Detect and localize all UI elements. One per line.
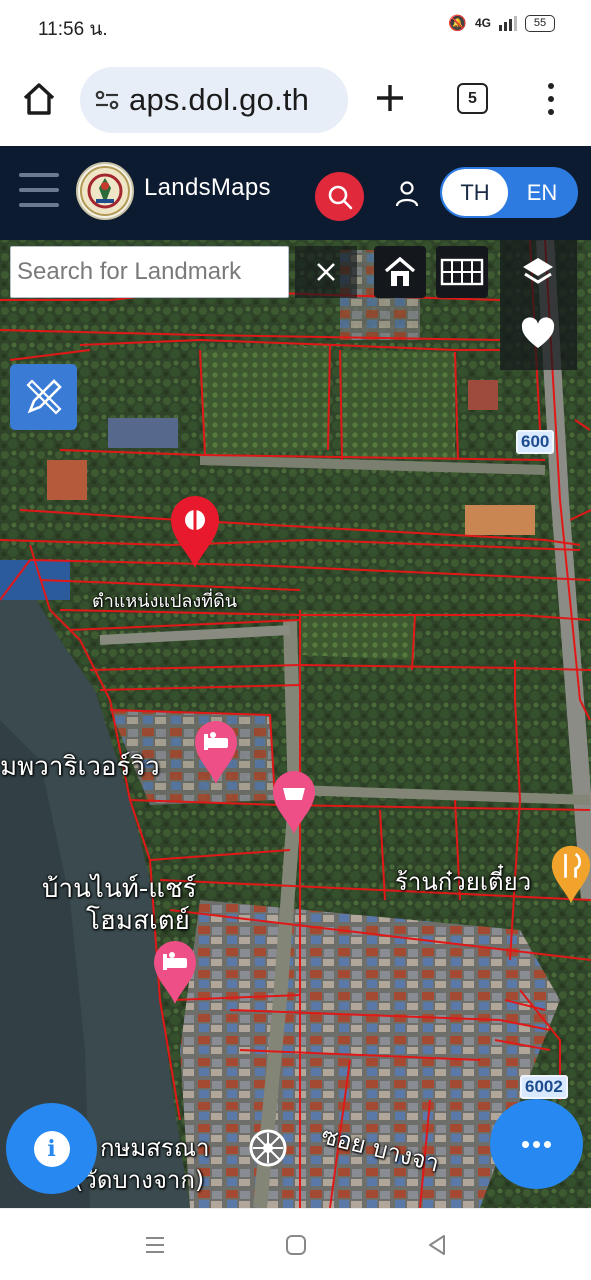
close-icon bbox=[317, 263, 335, 281]
favorite-heart-icon bbox=[521, 317, 555, 348]
seal-icon bbox=[80, 166, 130, 216]
restaurant-pin-icon[interactable] bbox=[550, 844, 591, 906]
brand-name: LandsMaps bbox=[144, 174, 271, 201]
new-tab-icon bbox=[377, 85, 403, 111]
lang-th-option[interactable]: TH bbox=[442, 169, 508, 216]
back-icon[interactable] bbox=[425, 1233, 449, 1257]
dot bbox=[544, 1140, 551, 1148]
dot bbox=[548, 83, 554, 89]
home-extent-icon bbox=[384, 256, 416, 286]
user-icon bbox=[395, 181, 419, 207]
dot bbox=[533, 1140, 540, 1148]
screen: 11:56 น. 🔕 4G 55 aps.dol.go.th 5 LandsMa… bbox=[0, 0, 591, 1280]
draw-measure-button[interactable] bbox=[10, 364, 77, 430]
layers-button[interactable] bbox=[512, 246, 564, 298]
grid-button[interactable] bbox=[436, 246, 488, 298]
status-bar: 11:56 น. 🔕 4G 55 bbox=[0, 0, 591, 54]
map-view[interactable]: 600 6002 ตำแหน่งแปลงที่ดิน มพวาริเวอร์วิ… bbox=[0, 240, 591, 1208]
network-type: 4G bbox=[474, 16, 491, 30]
home-circle-icon[interactable] bbox=[284, 1233, 308, 1257]
url-text: aps.dol.go.th bbox=[129, 82, 310, 117]
layers-icon bbox=[523, 258, 553, 284]
draw-measure-icon bbox=[25, 379, 62, 415]
site-settings-icon[interactable] bbox=[93, 86, 121, 114]
browser-toolbar: aps.dol.go.th 5 bbox=[0, 54, 591, 146]
info-button[interactable]: i bbox=[6, 1103, 97, 1194]
signal-icon bbox=[499, 15, 517, 31]
dol-logo bbox=[76, 162, 134, 220]
homestay-label-line2[interactable]: โฮมสเตย์ bbox=[86, 900, 190, 941]
language-toggle[interactable]: TH EN bbox=[440, 167, 578, 218]
dot bbox=[548, 109, 554, 115]
parcel-location-label: ตำแหน่งแปลงที่ดิน bbox=[92, 591, 238, 612]
cafe-pin-icon[interactable] bbox=[271, 770, 317, 836]
clear-search-button[interactable] bbox=[295, 246, 357, 298]
info-icon: i bbox=[33, 1130, 70, 1167]
browser-menu-button[interactable] bbox=[537, 80, 565, 118]
user-button[interactable] bbox=[394, 180, 420, 208]
satellite-imagery bbox=[0, 240, 591, 1208]
road-number-badge: 600 bbox=[516, 430, 555, 454]
dot bbox=[548, 96, 554, 102]
landmark-search-box[interactable] bbox=[10, 246, 289, 298]
lang-en-option[interactable]: EN bbox=[508, 169, 576, 216]
homestay-hotel-pin-icon[interactable] bbox=[152, 940, 198, 1006]
battery-icon: 55 bbox=[525, 14, 555, 32]
hotel-pin-icon[interactable] bbox=[193, 720, 239, 786]
tab-switcher-button[interactable]: 5 bbox=[457, 83, 488, 114]
vibrate-mute-icon: 🔕 bbox=[448, 15, 467, 32]
home-extent-button[interactable] bbox=[374, 246, 426, 298]
status-time: 11:56 น. bbox=[38, 19, 108, 40]
more-options-button[interactable] bbox=[490, 1099, 583, 1189]
address-bar[interactable]: aps.dol.go.th bbox=[80, 67, 348, 133]
recents-icon[interactable] bbox=[143, 1233, 167, 1257]
search-icon bbox=[328, 185, 352, 209]
app-header: LandsMaps TH EN bbox=[0, 146, 591, 240]
home-icon bbox=[23, 83, 55, 115]
grid-icon bbox=[440, 258, 484, 286]
system-nav-bar bbox=[0, 1208, 591, 1280]
favorite-button[interactable] bbox=[512, 308, 564, 360]
temple-wheel-icon[interactable] bbox=[248, 1128, 288, 1168]
dot bbox=[522, 1140, 529, 1148]
noodle-shop-label[interactable]: ร้านก๋วยเตี๋ยว bbox=[395, 862, 531, 901]
search-button[interactable] bbox=[315, 172, 364, 221]
new-tab-button[interactable] bbox=[372, 80, 408, 116]
hamburger-menu-button[interactable] bbox=[19, 173, 59, 207]
road-number-badge: 6002 bbox=[520, 1075, 568, 1099]
status-icons: 🔕 4G 55 bbox=[448, 14, 555, 32]
browser-home-button[interactable] bbox=[20, 80, 58, 118]
landmark-search-input[interactable] bbox=[17, 258, 288, 286]
parcel-location-pin-icon[interactable] bbox=[168, 494, 222, 570]
resort-label[interactable]: มพวาริเวอร์วิว bbox=[0, 746, 160, 787]
